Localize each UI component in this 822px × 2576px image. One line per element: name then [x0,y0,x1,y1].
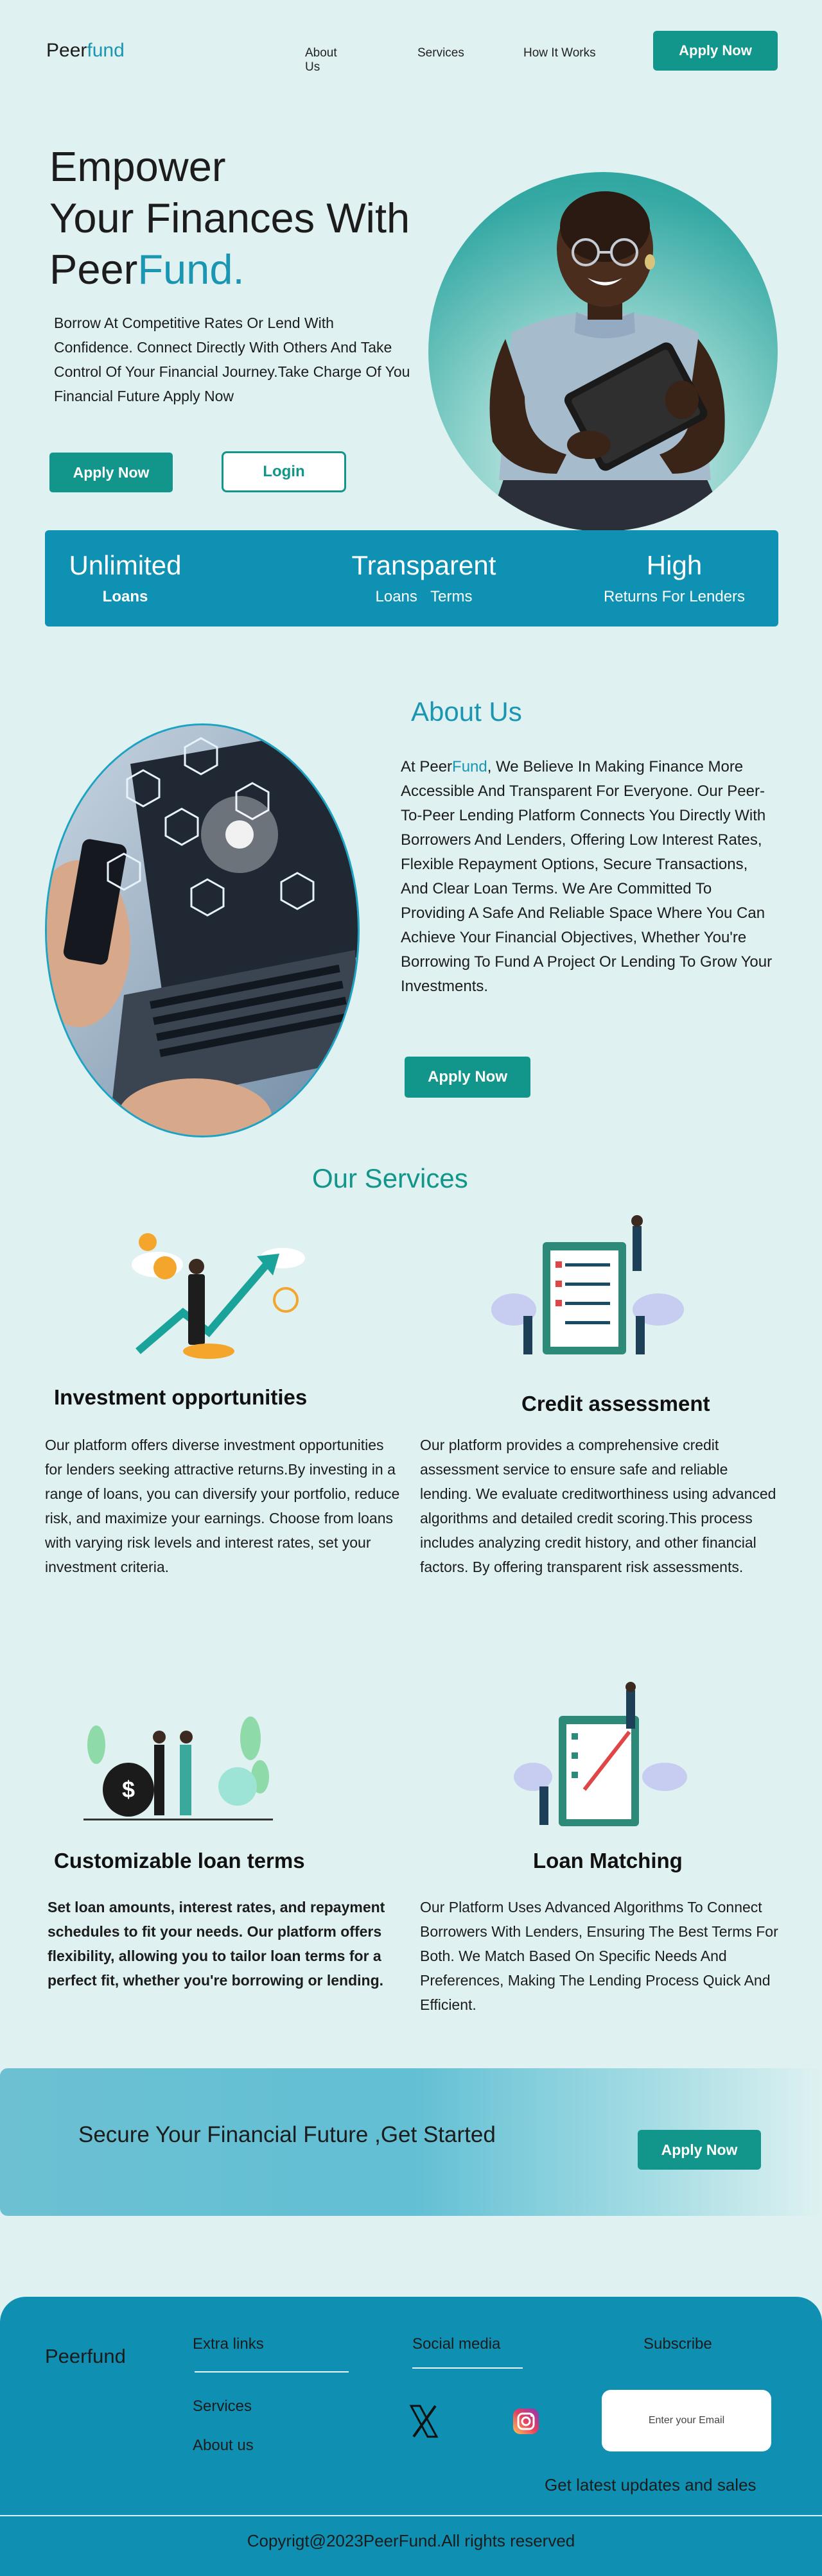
svg-text:$: $ [122,1776,135,1802]
footer-extra-links-heading: Extra links [193,2335,264,2353]
service-heading-credit: Credit assessment [521,1392,710,1415]
footer-divider-line [412,2367,523,2369]
nav-apply-now-button[interactable]: Apply Now [653,31,778,71]
service-heading-loan-matching: Loan Matching [533,1849,683,1872]
nav-link-services[interactable]: Services [417,46,464,60]
stat-transparent-terms: Transparent Loans Terms [337,549,511,606]
stat-value: Transparent [351,550,496,580]
service-text-loan-matching: Our Platform Uses Advanced Algorithms To… [420,1899,778,2013]
footer-divider-line [195,2371,349,2373]
x-twitter-icon[interactable] [408,2405,439,2438]
service-text-credit: Our platform provides a comprehensive cr… [420,1437,776,1575]
service-heading-investment: Investment opportunities [54,1385,308,1409]
footer-bottom-divider [0,2515,822,2516]
about-image [45,723,360,1137]
credit-assessment-illustration [491,1215,684,1354]
about-text: At PeerFund, We Believe In Making Financ… [401,755,777,999]
woman-with-tablet-illustration [486,191,730,532]
cta-banner: Secure Your Financial Future ,Get Starte… [0,2068,822,2216]
subscribe-email-input[interactable] [602,2390,771,2451]
hero-title-line3-peer: Peer [49,246,138,293]
service-heading-customizable: Customizable loan terms [54,1849,305,1872]
laptop-network-illustration [47,725,358,1136]
hero-title-line2: Your Finances With [49,194,410,241]
service-text-customizable: Set loan amounts, interest rates, and re… [48,1899,385,1989]
nav-link-how-it-works[interactable]: How It Works [523,46,596,60]
hero-title-line1: Empower [49,143,226,190]
cta-text: Secure Your Financial Future ,Get Starte… [78,2122,496,2147]
page: Peerfund About Us Services How It Works … [0,0,822,2576]
logo-part-peer: Peer [46,40,87,61]
footer-subscribe-heading: Subscribe [643,2335,712,2353]
about-title: About Us [411,696,522,727]
footer-updates-text: Get latest updates and sales [545,2475,756,2494]
service-text-investment: Our platform offers diverse investment o… [45,1437,400,1575]
stat-value: Unlimited [69,550,182,580]
stats-band: Unlimited Loans Transparent Loans Terms … [45,530,778,627]
copyright-text: Copyrigt@2023PeerFund.All rights reserve… [247,2531,575,2550]
about-apply-now-button[interactable]: Apply Now [405,1057,530,1098]
logo[interactable]: Peerfund [46,40,125,62]
stat-label: Loans [102,588,148,605]
hero-description: Borrow At Competitive Rates Or Lend With… [54,315,410,404]
hero-title-line3-fund: Fund. [137,246,245,293]
loan-matching-illustration [514,1682,687,1826]
about-text-prefix: At Peer [401,758,453,775]
footer: Peerfund Extra links Services About us S… [0,2297,822,2576]
cta-apply-now-button[interactable]: Apply Now [638,2130,761,2170]
footer-link-about-us[interactable]: About us [193,2437,254,2455]
about-text-body: , We Believe In Making Finance More Acce… [401,758,773,995]
logo-part-fund: fund [87,40,125,61]
hero-apply-now-button[interactable]: Apply Now [49,453,173,492]
stat-label: Returns For Lenders [603,588,746,605]
stat-unlimited-loans: Unlimited Loans [64,549,186,606]
customizable-loan-illustration: $ [83,1716,273,1820]
top-nav: Peerfund About Us Services How It Works … [0,0,822,103]
hero-login-button[interactable]: Login [222,451,346,492]
footer-link-services[interactable]: Services [193,2398,252,2416]
instagram-icon[interactable] [512,2407,540,2435]
stat-value: High [646,550,703,580]
investment-growth-illustration [132,1233,305,1359]
stat-high-returns: High Returns For Lenders [584,549,764,606]
about-text-brand: Fund [452,758,487,775]
services-title: Our Services [312,1163,468,1193]
hero-title: Empower Your Finances With PeerFund. [49,141,410,295]
stat-label: Loans Terms [375,588,473,605]
nav-link-about-us[interactable]: About Us [305,46,337,74]
hero-image [428,172,778,532]
footer-social-heading: Social media [412,2335,501,2353]
footer-logo[interactable]: Peerfund [45,2345,126,2368]
